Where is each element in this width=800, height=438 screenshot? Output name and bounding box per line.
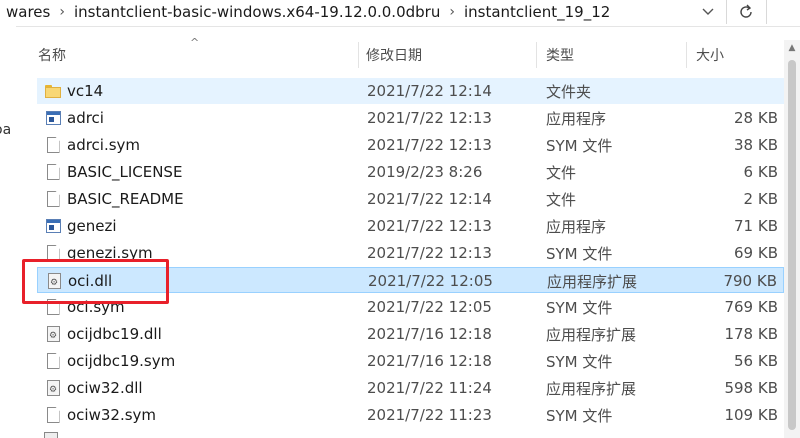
search-box[interactable] [766, 0, 800, 24]
file-size: 2 KB [743, 190, 778, 208]
breadcrumb-item-wares[interactable]: wares [0, 3, 56, 21]
file-size: 790 KB [723, 272, 777, 290]
dll-icon: ⚙ [43, 321, 63, 347]
file-modified-date: 2021/7/16 12:18 [367, 352, 492, 370]
file-size: 69 KB [734, 244, 778, 262]
column-header-size[interactable]: 大小 [696, 40, 786, 70]
breadcrumb-item-current[interactable]: instantclient_19_12 [458, 3, 616, 21]
file-row[interactable]: ocijdbc19.sym 2021/7/16 12:18 SYM 文件 56 KB [37, 348, 784, 374]
file-name: BASIC_LICENSE [67, 163, 183, 181]
file-type: SYM 文件 [546, 136, 613, 155]
column-divider[interactable] [686, 42, 687, 68]
column-divider[interactable] [358, 42, 359, 68]
file-type: 应用程序扩展 [546, 379, 637, 398]
file-type: 应用程序 [546, 217, 607, 236]
file-type: SYM 文件 [546, 406, 613, 425]
doc-icon [43, 402, 63, 428]
doc-icon [43, 159, 63, 185]
file-type: 文件夹 [546, 82, 592, 101]
file-type: 应用程序扩展 [547, 272, 638, 291]
file-row[interactable]: adrci.sym 2021/7/22 12:13 SYM 文件 38 KB [37, 132, 784, 158]
file-size: 28 KB [734, 109, 778, 127]
file-modified-date: 2019/2/23 8:26 [367, 163, 483, 181]
file-name: adrci [67, 109, 104, 127]
file-type: 应用程序 [546, 109, 607, 128]
address-bar[interactable]: wares › instantclient-basic-windows.x64-… [0, 0, 800, 27]
file-type: SYM 文件 [546, 352, 613, 371]
folder-icon [43, 78, 63, 104]
file-modified-date: 2021/7/22 12:05 [367, 298, 492, 316]
refresh-button[interactable] [726, 0, 765, 24]
file-modified-date: 2021/7/16 12:18 [367, 325, 492, 343]
scroll-up-icon[interactable]: ▲ [784, 40, 800, 56]
file-name: vc14 [67, 82, 104, 100]
file-type: SYM 文件 [546, 298, 613, 317]
file-size: 6 KB [743, 163, 778, 181]
file-modified-date: 2021/7/22 12:13 [367, 217, 492, 235]
breadcrumb[interactable]: wares › instantclient-basic-windows.x64-… [0, 0, 690, 24]
file-name: BASIC_README [67, 190, 184, 208]
file-row[interactable]: ⚙ ociw32.dll 2021/7/22 11:24 应用程序扩展 598 KB [37, 375, 784, 401]
file-row[interactable]: ⚙ ocijdbc19.dll 2021/7/16 12:18 应用程序扩展 178 K… [37, 321, 784, 347]
chevron-down-icon[interactable] [696, 0, 720, 24]
file-size: 38 KB [734, 136, 778, 154]
file-row[interactable]: genezi 2021/7/22 12:13 应用程序 71 KB [37, 213, 784, 239]
column-headers: 名称 修改日期 类型 大小 [30, 40, 790, 70]
file-modified-date: 2021/7/22 12:13 [367, 109, 492, 127]
file-modified-date: 2021/7/22 12:13 [367, 244, 492, 262]
dll-icon: ⚙ [43, 375, 63, 401]
file-modified-date: 2021/7/22 12:13 [367, 136, 492, 154]
file-row[interactable]: ociw32.sym 2021/7/22 11:23 SYM 文件 109 KB [37, 402, 784, 428]
file-name: genezi [67, 217, 117, 235]
highlight-annotation [22, 259, 169, 304]
file-icon [44, 432, 58, 438]
column-header-type[interactable]: 类型 [546, 40, 686, 70]
app-icon [43, 105, 63, 131]
file-modified-date: 2021/7/22 11:23 [367, 406, 492, 424]
file-name: ociw32.sym [67, 406, 157, 424]
file-size: 71 KB [734, 217, 778, 235]
file-size: 769 KB [724, 298, 778, 316]
file-modified-date: 2021/7/22 11:24 [367, 379, 492, 397]
refresh-icon [740, 4, 752, 18]
file-row[interactable]: BASIC_LICENSE 2019/2/23 8:26 文件 6 KB [37, 159, 784, 185]
file-name: ocijdbc19.sym [67, 352, 176, 370]
file-name: adrci.sym [67, 136, 141, 154]
column-header-name[interactable]: 名称 [38, 40, 358, 70]
file-size: 598 KB [724, 379, 778, 397]
file-type: 文件 [546, 163, 577, 182]
scroll-thumb[interactable] [788, 60, 796, 430]
file-row[interactable]: adrci 2021/7/22 12:13 应用程序 28 KB [37, 105, 784, 131]
file-size: 178 KB [724, 325, 778, 343]
breadcrumb-item-basic-folder[interactable]: instantclient-basic-windows.x64-19.12.0.… [68, 3, 446, 21]
file-name: ocijdbc19.dll [67, 325, 162, 343]
nav-item-label[interactable]: oa [0, 122, 11, 138]
column-header-date[interactable]: 修改日期 [366, 40, 536, 70]
doc-icon [43, 348, 63, 374]
file-type: 文件 [546, 190, 577, 209]
file-modified-date: 2021/7/22 12:14 [367, 82, 492, 100]
app-icon [43, 213, 63, 239]
doc-icon [43, 132, 63, 158]
file-type: 应用程序扩展 [546, 325, 637, 344]
chevron-right-icon[interactable]: › [446, 4, 458, 20]
file-row[interactable]: vc14 2021/7/22 12:14 文件夹 [37, 78, 784, 104]
vertical-scrollbar[interactable]: ▲ [784, 40, 800, 438]
file-row[interactable]: BASIC_README 2021/7/22 12:14 文件 2 KB [37, 186, 784, 212]
file-modified-date: 2021/7/22 12:14 [367, 190, 492, 208]
column-divider[interactable] [536, 42, 537, 68]
navigation-pane[interactable]: oa [0, 26, 16, 438]
file-type: SYM 文件 [546, 244, 613, 263]
file-modified-date: 2021/7/22 12:05 [368, 272, 493, 290]
file-size: 109 KB [724, 406, 778, 424]
chevron-right-icon[interactable]: › [56, 4, 68, 20]
file-name: ociw32.dll [67, 379, 143, 397]
doc-icon [43, 186, 63, 212]
file-size: 56 KB [734, 352, 778, 370]
